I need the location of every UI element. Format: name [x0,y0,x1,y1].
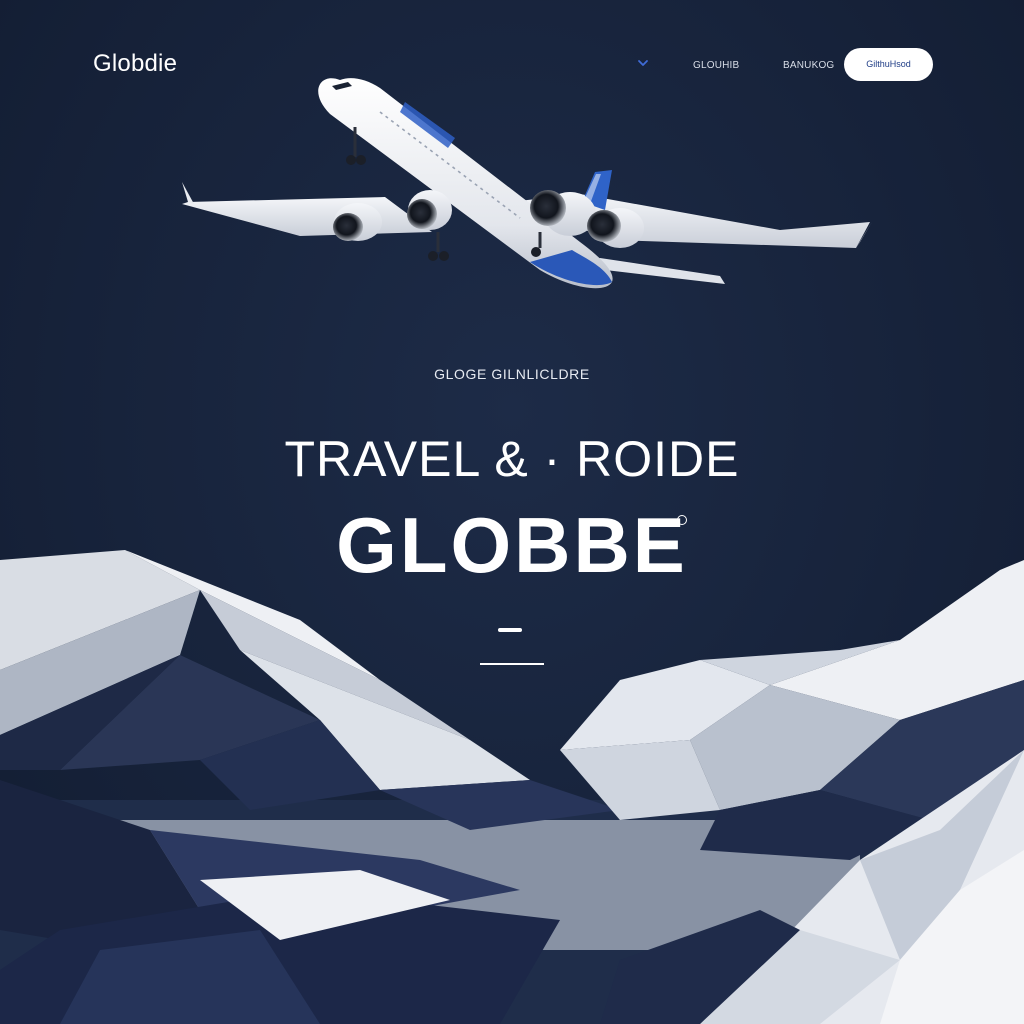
mountain-landscape [0,550,1024,1024]
registered-mark-icon [677,515,687,525]
hero-headline: TRAVEL & · ROIDE [284,431,740,487]
logo[interactable]: Globdie [93,50,177,78]
hero-eyebrow: GLOGE GILNLICLDRE [434,366,590,382]
landing-page: Globdie GLOUHIB BANUKOG GilthuHsod GLOGE… [0,0,1024,1024]
airplane-illustration [182,78,872,289]
